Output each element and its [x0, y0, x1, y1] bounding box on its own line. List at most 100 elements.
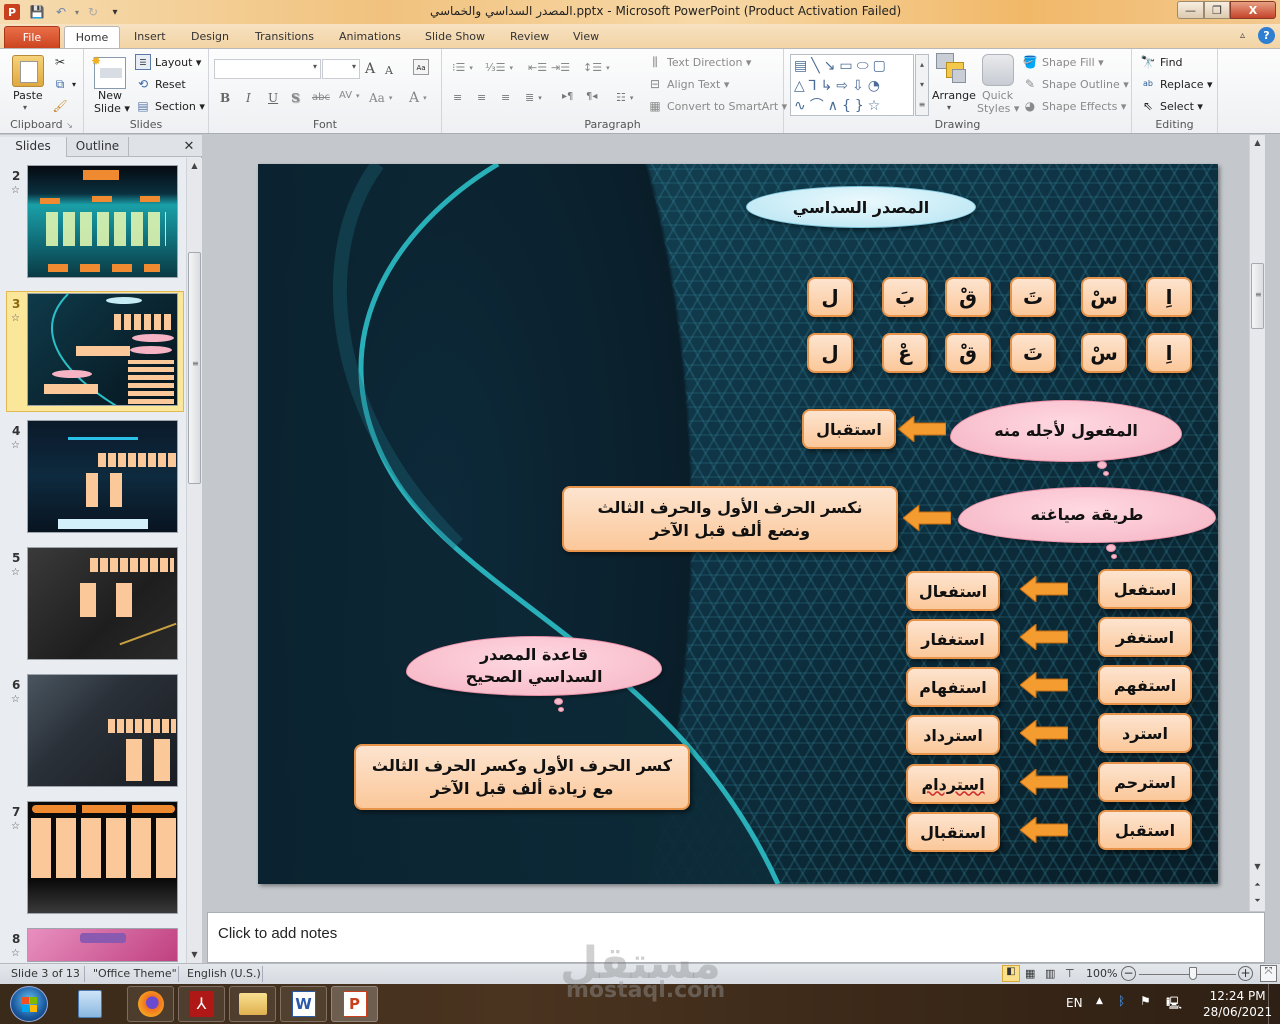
font-size-input[interactable]: ▾ [322, 59, 360, 79]
zoom-slider-thumb[interactable] [1188, 967, 1197, 980]
find-button[interactable]: 🔭 Find [1140, 54, 1183, 70]
shape-fill-button[interactable]: 🪣 Shape Fill ▾ [1022, 54, 1104, 70]
arrange-button[interactable]: Arrange [932, 89, 976, 102]
letter-box[interactable]: اِ [1146, 277, 1192, 317]
next-slide-button[interactable]: ⏷ [1250, 893, 1265, 909]
masdar-box[interactable]: استرداد [906, 715, 1000, 755]
slide-canvas[interactable]: المصدر السداسي اِ سْ تَ قْ بَ ل اِ سْ تَ… [258, 164, 1218, 884]
rule-cloud-callout[interactable]: قاعدة المصدر السداسي الصحيح [406, 636, 662, 696]
quick-styles-dropdown[interactable]: Styles ▾ [977, 102, 1019, 115]
notes-pane[interactable]: Click to add notes [207, 912, 1265, 963]
new-slide-dropdown[interactable]: Slide ▾ [94, 102, 130, 115]
close-button[interactable]: X [1230, 1, 1276, 19]
increase-indent-button[interactable]: ⇥☰ [551, 61, 570, 74]
letter-box[interactable]: تَ [1010, 333, 1056, 373]
justify-button[interactable]: ≣ ▾ [525, 91, 542, 104]
bluetooth-icon[interactable]: ᛒ [1118, 994, 1125, 1008]
columns-button[interactable]: ☷ ▾ [616, 91, 633, 104]
letter-box[interactable]: اِ [1146, 333, 1192, 373]
language-indicator[interactable]: English (U.S.) [187, 967, 261, 980]
verb-box[interactable]: استرد [1098, 713, 1192, 753]
zoom-level[interactable]: 100% [1086, 967, 1117, 980]
letter-box[interactable]: تَ [1010, 277, 1056, 317]
reading-view-icon[interactable]: ▥ [1045, 967, 1055, 980]
format-painter-icon[interactable]: 🖌 [52, 98, 68, 114]
select-button[interactable]: ⇖ Select ▾ [1140, 98, 1203, 114]
tab-file[interactable]: File [4, 26, 60, 48]
replace-button[interactable]: ab Replace ▾ [1140, 76, 1213, 92]
powerpoint-taskbar-button[interactable]: P [331, 986, 378, 1022]
close-panel-button[interactable]: ✕ [180, 137, 198, 157]
align-text-button[interactable]: ⊟ Align Text ▾ [647, 76, 729, 92]
shapes-gallery-scroll[interactable]: ▴ ▾ ≡ [915, 54, 929, 116]
verb-box[interactable]: استقبل [1098, 810, 1192, 850]
rule-box[interactable]: كسر الحرف الأول وكسر الحرف الثالث مع زيا… [354, 744, 690, 810]
paste-icon[interactable] [12, 55, 44, 87]
acrobat-taskbar-button[interactable]: ⅄ [178, 986, 225, 1022]
ltr-button[interactable]: ▸¶ [562, 91, 573, 102]
masdar-box[interactable]: استفعال [906, 571, 1000, 611]
verb-box[interactable]: استغفر [1098, 617, 1192, 657]
line-spacing-button[interactable]: ↕☰ ▾ [583, 61, 610, 74]
file-explorer-taskbar-button[interactable] [229, 986, 276, 1022]
fit-to-window-button[interactable]: ⤧ [1260, 965, 1277, 982]
convert-smartart-button[interactable]: ▦ Convert to SmartArt ▾ [647, 98, 787, 114]
network-icon[interactable]: 🖳 [1166, 994, 1182, 1015]
verb-box[interactable]: استرحم [1098, 762, 1192, 802]
align-left-button[interactable]: ≡ [453, 91, 462, 104]
rtl-button[interactable]: ¶◂ [586, 91, 597, 102]
bold-button[interactable]: B [220, 91, 230, 105]
shrink-font-button[interactable]: A [385, 64, 393, 77]
new-slide-icon[interactable]: ✸ [91, 54, 126, 89]
masdar-box[interactable]: استغفار [906, 619, 1000, 659]
shape-effects-button[interactable]: ◕ Shape Effects ▾ [1022, 98, 1127, 114]
bullets-button[interactable]: ⁝☰ ▾ [452, 61, 473, 74]
help-icon[interactable]: ? [1258, 27, 1275, 44]
restore-button[interactable]: ❐ [1204, 1, 1230, 19]
tab-view[interactable]: View [563, 26, 609, 48]
align-right-button[interactable]: ≡ [501, 91, 510, 104]
section-button[interactable]: ▤ Section ▾ [135, 98, 205, 114]
tab-outline[interactable]: Outline [67, 137, 129, 157]
language-tray[interactable]: EN [1066, 996, 1083, 1010]
word-taskbar-button[interactable]: W [280, 986, 327, 1022]
arrange-dropdown-icon[interactable]: ▾ [947, 103, 951, 112]
tab-design[interactable]: Design [181, 26, 239, 48]
new-slide-button[interactable]: New [98, 89, 122, 102]
verb-box[interactable]: استفهم [1098, 665, 1192, 705]
save-icon[interactable]: 💾 [28, 3, 46, 21]
numbering-button[interactable]: ⅓☰ ▾ [485, 61, 513, 74]
letter-box[interactable]: سْ [1081, 333, 1127, 373]
slide-sorter-icon[interactable]: ▦ [1025, 967, 1035, 980]
scroll-down-arrow[interactable]: ▼ [1250, 859, 1265, 875]
scroll-up-arrow[interactable]: ▲ [1250, 135, 1265, 151]
masdar-box[interactable]: استردام [906, 764, 1000, 804]
normal-view-icon[interactable]: ◧ [1002, 965, 1020, 982]
minimize-ribbon-icon[interactable]: ▵ [1240, 30, 1245, 41]
letter-box[interactable]: قْ [945, 333, 991, 373]
calculator-icon[interactable] [78, 990, 102, 1018]
masdar-box[interactable]: استقبال [906, 812, 1000, 852]
show-hidden-icons-button[interactable]: ▲ [1096, 996, 1103, 1006]
underline-button[interactable]: U [268, 91, 278, 105]
scroll-up-arrow[interactable]: ▲ [187, 158, 202, 174]
layout-button[interactable]: ☰ Layout ▾ [135, 54, 201, 70]
zoom-out-button[interactable]: − [1121, 966, 1136, 981]
masdar-box[interactable]: استفهام [906, 667, 1000, 707]
tab-slides[interactable]: Slides [0, 137, 67, 157]
character-spacing-button[interactable]: AV ▾ [339, 90, 360, 101]
text-direction-button[interactable]: ⫼ Text Direction ▾ [647, 54, 751, 70]
minimize-button[interactable]: — [1177, 1, 1204, 19]
tab-slide-show[interactable]: Slide Show [415, 26, 495, 48]
scroll-down-arrow[interactable]: ▼ [187, 947, 202, 963]
change-case-button[interactable]: Aa ▾ [369, 91, 392, 105]
slide-title[interactable]: المصدر السداسي [746, 186, 976, 228]
strikethrough-button[interactable]: abc [312, 92, 330, 103]
notes-placeholder[interactable]: Click to add notes [218, 925, 337, 942]
slideshow-icon[interactable]: ⊤ [1065, 967, 1075, 980]
tab-animations[interactable]: Animations [329, 26, 411, 48]
method-cloud-callout[interactable]: طريقة صياغته [958, 487, 1216, 543]
decrease-indent-button[interactable]: ⇤☰ [528, 61, 547, 74]
text-shadow-button[interactable]: S [291, 91, 300, 105]
customize-quick-access-icon[interactable]: ▾ [106, 3, 124, 21]
